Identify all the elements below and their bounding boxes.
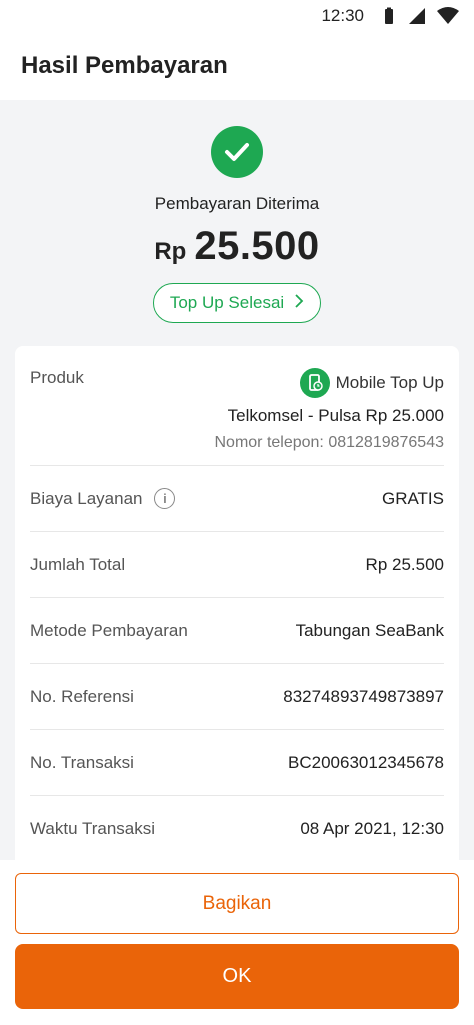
transaction-value: BC20063012345678 <box>288 752 444 772</box>
check-icon <box>211 126 263 178</box>
bottom-actions: Bagikan OK <box>0 860 474 1025</box>
product-label: Produk <box>30 368 84 387</box>
wifi-icon <box>436 7 460 25</box>
payment-amount: Rp 25.500 <box>154 224 319 269</box>
service-fee-label-group: Biaya Layanan i <box>30 488 176 509</box>
detail-row-payment-method: Metode Pembayaran Tabungan SeaBank <box>30 598 444 664</box>
phone-number: Nomor telepon: 0812819876543 <box>214 434 444 451</box>
info-icon[interactable]: i <box>154 488 176 509</box>
time-value: 08 Apr 2021, 12:30 <box>300 819 444 838</box>
detail-row-transaction: No. Transaksi BC20063012345678 <box>30 730 444 796</box>
status-bar: 12:30 <box>0 0 474 32</box>
mobile-topup-icon <box>299 368 330 398</box>
total-label: Jumlah Total <box>30 554 126 574</box>
reference-value: 83274893749873897 <box>283 686 444 706</box>
product-type-label: Mobile Top Up <box>335 373 444 392</box>
product-type: Mobile Top Up <box>299 368 444 398</box>
time-label: Waktu Transaksi <box>30 819 156 838</box>
detail-row-reference: No. Referensi 83274893749873897 <box>30 664 444 730</box>
share-button[interactable]: Bagikan <box>15 873 459 934</box>
detail-row-time: Waktu Transaksi 08 Apr 2021, 12:30 <box>30 796 444 860</box>
detail-row-service-fee: Biaya Layanan i GRATIS <box>30 466 444 532</box>
payment-status: Pembayaran Diterima <box>154 194 320 213</box>
reference-label: No. Referensi <box>30 686 134 706</box>
detail-row-product: Produk Mobile Top Up Telkomsel - Pulsa R… <box>30 346 444 466</box>
amount-currency: Rp <box>154 238 187 265</box>
topup-status-button[interactable]: Top Up Selesai <box>152 283 322 323</box>
content-area: Pembayaran Diterima Rp 25.500 Top Up Sel… <box>0 100 474 860</box>
product-name: Telkomsel - Pulsa Rp 25.000 <box>227 406 444 425</box>
service-fee-value: GRATIS <box>381 488 444 508</box>
ok-button[interactable]: OK <box>15 944 459 1009</box>
topup-status-label: Top Up Selesai <box>169 293 285 312</box>
app-header: Hasil Pembayaran <box>0 32 474 100</box>
payment-method-label: Metode Pembayaran <box>30 620 188 640</box>
signal-icon <box>408 7 426 25</box>
status-time: 12:30 <box>321 6 364 25</box>
transaction-details-card: Produk Mobile Top Up Telkomsel - Pulsa R… <box>15 346 459 860</box>
transaction-label: No. Transaksi <box>30 752 134 772</box>
product-info: Mobile Top Up Telkomsel - Pulsa Rp 25.00… <box>214 368 444 452</box>
battery-icon <box>380 7 398 25</box>
detail-row-total: Jumlah Total Rp 25.500 <box>30 532 444 598</box>
total-value: Rp 25.500 <box>365 554 444 574</box>
payment-method-value: Tabungan SeaBank <box>295 620 444 640</box>
payment-result: Pembayaran Diterima Rp 25.500 Top Up Sel… <box>0 100 474 323</box>
service-fee-label: Biaya Layanan <box>30 488 143 508</box>
page-title: Hasil Pembayaran <box>21 52 228 79</box>
chevron-right-icon <box>294 293 304 314</box>
amount-value: 25.500 <box>194 224 320 268</box>
